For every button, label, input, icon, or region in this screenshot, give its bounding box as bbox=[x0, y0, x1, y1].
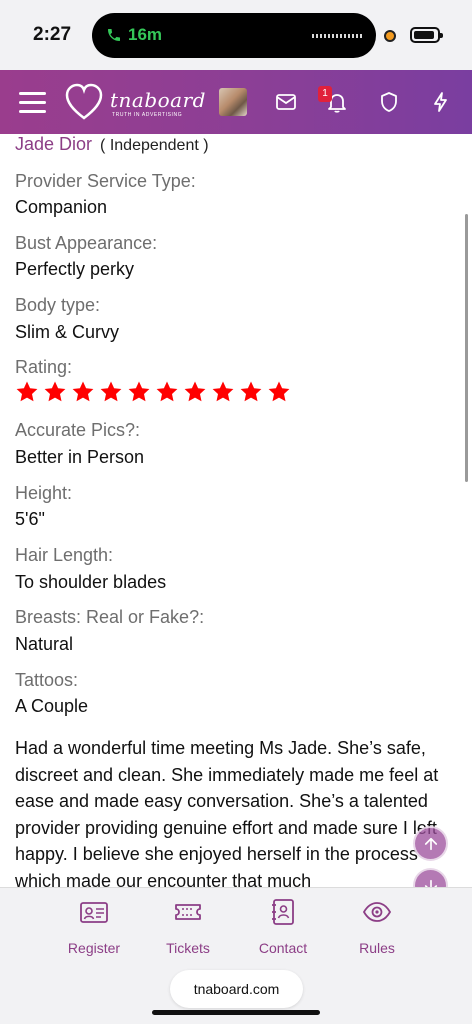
menu-button[interactable] bbox=[19, 92, 46, 113]
breasts-label: Breasts: Real or Fake?: bbox=[15, 607, 205, 627]
home-indicator[interactable] bbox=[152, 1010, 320, 1015]
dynamic-island[interactable]: 16m bbox=[92, 13, 376, 58]
star-icon bbox=[44, 381, 66, 402]
provider-line: Jade Dior ( Independent ) bbox=[15, 134, 209, 156]
audio-waveform-icon bbox=[312, 34, 362, 38]
body-type-value: Slim & Curvy bbox=[15, 322, 120, 342]
star-icon bbox=[100, 381, 122, 402]
bottom-nav: Register Tickets Contact Rules tnaboard.… bbox=[0, 887, 472, 1024]
id-card-icon bbox=[80, 902, 108, 923]
user-avatar[interactable] bbox=[219, 88, 247, 116]
nav-register-label: Register bbox=[67, 940, 121, 956]
scroll-to-top-button[interactable] bbox=[413, 826, 448, 861]
nav-rules[interactable]: Rules bbox=[337, 898, 417, 956]
service-type-value: Companion bbox=[15, 197, 108, 217]
logo-tagline: TRUTH IN ADVERTISING bbox=[112, 112, 183, 118]
logo-name: tnaboard bbox=[110, 88, 206, 112]
accurate-pics-label: Accurate Pics?: bbox=[15, 420, 141, 440]
service-type-label: Provider Service Type: bbox=[15, 171, 196, 191]
eye-icon bbox=[362, 902, 392, 922]
star-icon bbox=[212, 381, 234, 402]
mic-in-use-indicator bbox=[384, 30, 396, 42]
provider-type: ( Independent ) bbox=[100, 137, 209, 154]
body-type-label: Body type: bbox=[15, 295, 101, 315]
height-value: 5'6" bbox=[15, 509, 45, 529]
nav-contact[interactable]: Contact bbox=[243, 898, 323, 956]
rating-stars bbox=[15, 380, 291, 406]
contact-book-icon bbox=[272, 899, 294, 925]
status-bar: 2:27 16m bbox=[0, 0, 472, 70]
mail-icon[interactable] bbox=[274, 90, 298, 114]
browser-url-bar[interactable]: tnaboard.com bbox=[170, 970, 303, 1008]
star-icon bbox=[184, 381, 206, 402]
nav-tickets-label: Tickets bbox=[166, 940, 210, 956]
active-call-indicator: 16m bbox=[106, 25, 162, 45]
tattoos-label: Tattoos: bbox=[15, 670, 79, 690]
ticket-icon bbox=[175, 904, 201, 920]
breasts-value: Natural bbox=[15, 634, 74, 654]
star-icon bbox=[16, 381, 38, 402]
rating-label: Rating: bbox=[15, 357, 73, 377]
battery-icon bbox=[410, 27, 443, 43]
star-icon bbox=[268, 381, 290, 402]
bust-appearance-value: Perfectly perky bbox=[15, 259, 135, 279]
height-label: Height: bbox=[15, 483, 73, 503]
call-duration: 16m bbox=[128, 25, 163, 44]
notification-badge: 1 bbox=[318, 86, 332, 102]
shield-icon[interactable] bbox=[377, 90, 401, 114]
tattoos-value: A Couple bbox=[15, 696, 89, 716]
accurate-pics-value: Better in Person bbox=[15, 447, 145, 467]
hair-length-label: Hair Length: bbox=[15, 545, 114, 565]
review-content: Jade Dior ( Independent ) Provider Servic… bbox=[0, 134, 472, 887]
phone-icon bbox=[108, 29, 120, 41]
hair-length-value: To shoulder blades bbox=[15, 572, 167, 592]
heart-logo-icon bbox=[65, 83, 103, 120]
nav-contact-label: Contact bbox=[258, 940, 308, 956]
bust-appearance-label: Bust Appearance: bbox=[15, 233, 158, 253]
review-text: Had a wonderful time meeting Ms Jade. Sh… bbox=[15, 738, 439, 887]
site-header: tnaboard TRUTH IN ADVERTISING bbox=[0, 70, 472, 134]
provider-name-link[interactable]: Jade Dior bbox=[15, 134, 92, 154]
scrollbar[interactable] bbox=[465, 214, 468, 482]
star-icon bbox=[240, 381, 262, 402]
star-icon bbox=[128, 381, 150, 402]
site-logo[interactable]: tnaboard TRUTH IN ADVERTISING bbox=[64, 82, 205, 122]
star-icon bbox=[72, 381, 94, 402]
nav-rules-label: Rules bbox=[359, 940, 395, 956]
nav-tickets[interactable]: Tickets bbox=[148, 898, 228, 956]
arrow-up-icon bbox=[424, 837, 437, 850]
star-icon bbox=[156, 381, 178, 402]
status-time: 2:27 bbox=[33, 24, 72, 45]
nav-register[interactable]: Register bbox=[54, 898, 134, 956]
lightning-icon[interactable] bbox=[429, 90, 453, 114]
